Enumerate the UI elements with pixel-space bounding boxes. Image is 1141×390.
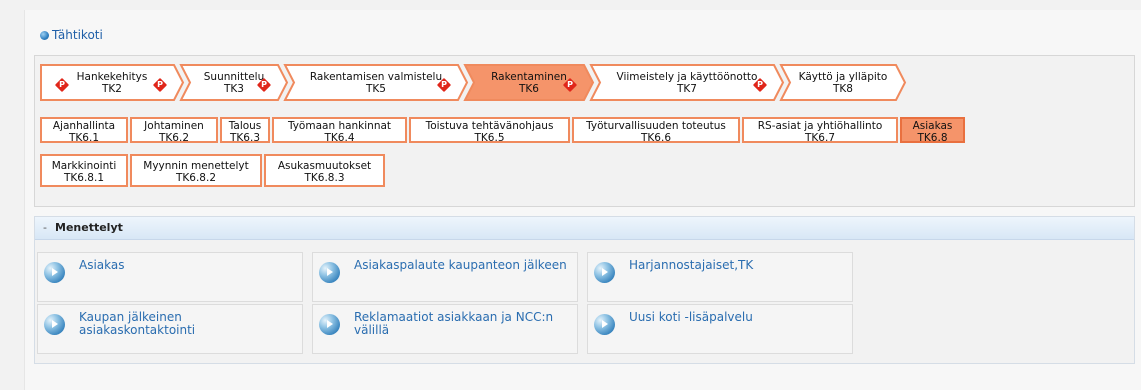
method-card[interactable]: Reklamaatiot asiakkaan ja NCC:n välillä	[312, 304, 578, 354]
subphase-tk6-7[interactable]: RS-asiat ja yhtiöhallinto TK6.7	[742, 117, 898, 144]
page: Tähtikoti Hankekehitys TK2 P P Suunnittelu TK…	[24, 10, 1141, 390]
method-card[interactable]: Uusi koti -lisäpalvelu	[587, 304, 853, 354]
phase-tk6[interactable]: Rakentaminen TK6 P	[463, 64, 595, 101]
method-link[interactable]: Asiakaspalaute kaupanteon jälkeen	[354, 259, 571, 272]
breadcrumb-home[interactable]: Tähtikoti	[40, 28, 103, 42]
methods-header[interactable]: - Menettelyt	[35, 217, 1134, 240]
bullet-icon	[40, 30, 49, 40]
phase-label: Käyttö ja ylläpito TK8	[798, 71, 888, 95]
breadcrumb-home-label: Tähtikoti	[52, 28, 103, 42]
method-link[interactable]: Uusi koti -lisäpalvelu	[629, 311, 846, 324]
arrow-circle-icon	[319, 314, 340, 335]
p-badge-icon: P	[152, 77, 168, 93]
subphase-tk6-1[interactable]: Ajanhallinta TK6.1	[40, 117, 128, 144]
subphase-tk6-6[interactable]: Työturvallisuuden toteutus TK6.6	[572, 117, 740, 144]
subphase-tk6-8[interactable]: Asiakas TK6.8	[900, 117, 965, 144]
phase-tk3[interactable]: Suunnittelu TK3 P	[179, 64, 289, 101]
method-card[interactable]: Asiakas	[37, 252, 303, 302]
method-link[interactable]: Kaupan jälkeinen asiakaskontaktointi	[79, 311, 296, 337]
collapse-toggle[interactable]: -	[35, 217, 55, 239]
phase-tk5[interactable]: Rakentamisen valmistelu TK5 P	[283, 64, 469, 101]
method-card[interactable]: Asiakaspalaute kaupanteon jälkeen	[312, 252, 578, 302]
subphase-tk6-8-1[interactable]: Markkinointi TK6.8.1	[40, 154, 128, 187]
arrow-circle-icon	[319, 262, 340, 283]
arrow-circle-icon	[44, 314, 65, 335]
method-card[interactable]: Kaupan jälkeinen asiakaskontaktointi	[37, 304, 303, 354]
p-badge-icon: P	[54, 77, 70, 93]
p-badge-icon: P	[436, 77, 452, 93]
phase-panel: Hankekehitys TK2 P P Suunnittelu TK3 P Rakentam…	[34, 55, 1135, 207]
subphase-tk6-2[interactable]: Johtaminen TK6.2	[130, 117, 218, 144]
methods-panel: - Menettelyt Asiakas Asiakaspalaute kaupa…	[34, 216, 1135, 364]
method-link[interactable]: Reklamaatiot asiakkaan ja NCC:n välillä	[354, 311, 571, 337]
arrow-circle-icon	[594, 262, 615, 283]
arrow-circle-icon	[44, 262, 65, 283]
phase-tk2[interactable]: Hankekehitys TK2 P P	[40, 64, 185, 101]
subphase-tk6-3[interactable]: Talous TK6.3	[220, 117, 270, 144]
phase-label: Suunnittelu TK3	[203, 71, 265, 95]
method-link[interactable]: Harjannostajaiset,TK	[629, 259, 846, 272]
methods-title: Menettelyt	[55, 221, 123, 234]
arrow-circle-icon	[594, 314, 615, 335]
subphase-tk6-8-3[interactable]: Asukasmuutokset TK6.8.3	[264, 154, 385, 187]
p-badge-icon: P	[562, 77, 578, 93]
method-card[interactable]: Harjannostajaiset,TK	[587, 252, 853, 302]
subphase-tk6-5[interactable]: Toistuva tehtävänohjaus TK6.5	[409, 117, 570, 144]
method-link[interactable]: Asiakas	[79, 259, 296, 272]
phase-tk7[interactable]: Viimeistely ja käyttöönotto TK7 P	[589, 64, 785, 101]
p-badge-icon: P	[256, 77, 272, 93]
subphase-tk6-8-2[interactable]: Myynnin menettelyt TK6.8.2	[130, 154, 262, 187]
p-badge-icon: P	[752, 77, 768, 93]
phase-tk8[interactable]: Käyttö ja ylläpito TK8	[779, 64, 907, 101]
subphase-tk6-4[interactable]: Työmaan hankinnat TK6.4	[272, 117, 407, 144]
